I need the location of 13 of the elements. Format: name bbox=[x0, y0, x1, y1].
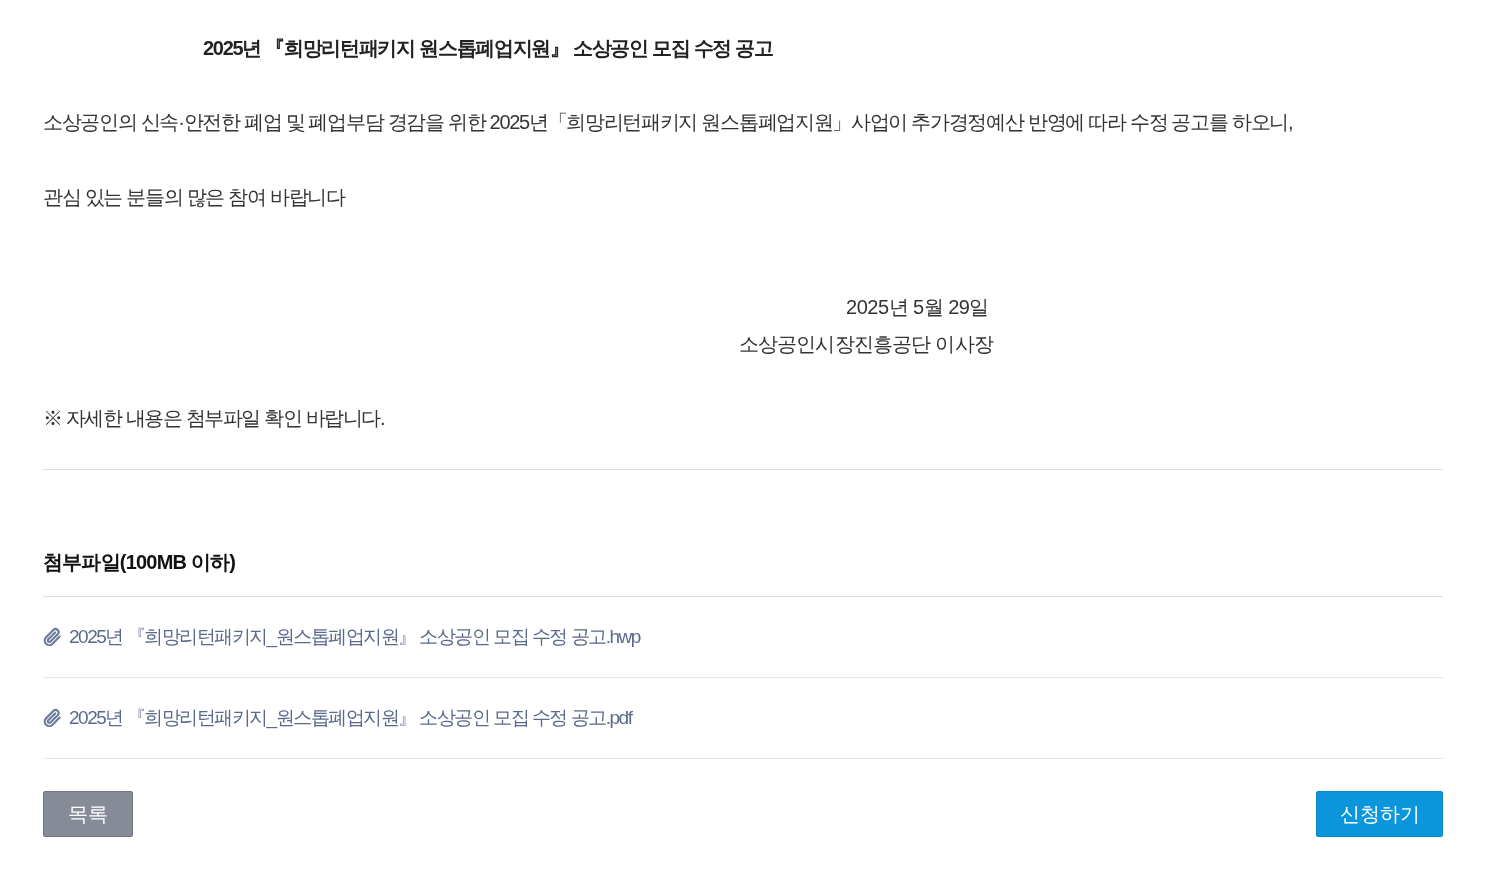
notice-paragraph: 관심 있는 분들의 많은 참여 바랍니다 bbox=[43, 184, 345, 210]
notice-note: ※ 자세한 내용은 첨부파일 확인 바랍니다. bbox=[43, 406, 385, 431]
notice-date: 2025년 5월 29일 bbox=[846, 295, 989, 320]
attachment-link[interactable]: 2025년 『희망리턴패키지_원스톱폐업지원』 소상공인 모집 수정 공고.pdf bbox=[43, 704, 632, 732]
apply-button[interactable]: 신청하기 bbox=[1316, 791, 1443, 837]
paperclip-icon bbox=[43, 627, 63, 647]
notice-paragraph: 소상공인의 신속·안전한 폐업 및 폐업부담 경감을 위한 2025년「희망리턴패키지 원스톱폐업지원」사업이 추가경정예산 반영에 따라 수정 공고를 하오니, bbox=[43, 109, 1293, 135]
notice-title: 2025년 『희망리턴패키지 원스톱폐업지원』 소상공인 모집 수정 공고 bbox=[203, 36, 773, 61]
list-button[interactable]: 목록 bbox=[43, 791, 133, 837]
paperclip-icon bbox=[43, 708, 63, 728]
issuer-name: 소상공인시장진흥공단 이사장 bbox=[738, 332, 993, 357]
attachments-heading: 첨부파일(100MB 이하) bbox=[43, 550, 236, 575]
attachment-link[interactable]: 2025년 『희망리턴패키지_원스톱폐업지원』 소상공인 모집 수정 공고.hwp bbox=[43, 623, 640, 651]
